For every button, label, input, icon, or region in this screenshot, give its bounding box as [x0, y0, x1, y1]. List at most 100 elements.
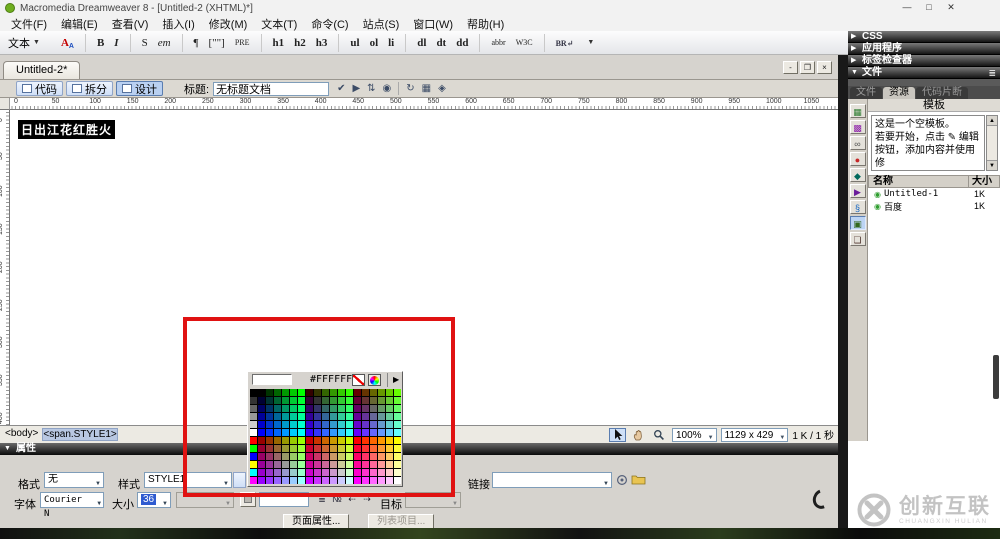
palette-swatch[interactable]: [298, 461, 305, 468]
palette-swatch[interactable]: [314, 413, 321, 420]
palette-swatch[interactable]: [274, 405, 281, 412]
document-tab[interactable]: Untitled-2*: [3, 61, 81, 79]
palette-swatch[interactable]: [258, 437, 265, 444]
palette-swatch[interactable]: [306, 461, 313, 468]
bold-button[interactable]: B: [92, 36, 109, 50]
palette-swatch[interactable]: [282, 405, 289, 412]
palette-swatch[interactable]: [274, 445, 281, 452]
urls-assets-icon[interactable]: ∞: [849, 136, 866, 150]
palette-swatch[interactable]: [330, 429, 337, 436]
palette-swatch[interactable]: [362, 421, 369, 428]
palette-swatch[interactable]: [250, 477, 257, 484]
palette-swatch[interactable]: [370, 477, 377, 484]
panel-options-icon[interactable]: ≣: [988, 67, 996, 79]
menu-item-4[interactable]: 修改(M): [202, 16, 255, 32]
h1-button[interactable]: h1: [268, 36, 290, 50]
palette-swatch[interactable]: [370, 445, 377, 452]
shockwave-assets-icon[interactable]: ◆: [849, 168, 866, 182]
palette-swatch[interactable]: [394, 397, 401, 404]
palette-swatch[interactable]: [330, 397, 337, 404]
palette-swatch[interactable]: [306, 405, 313, 412]
font-tag-editor-button[interactable]: AA: [56, 36, 79, 50]
palette-swatch[interactable]: [274, 389, 281, 396]
select-tool-icon[interactable]: [608, 427, 626, 442]
outdent-icon[interactable]: ⇠: [345, 493, 359, 507]
palette-swatch[interactable]: [250, 405, 257, 412]
palette-swatch[interactable]: [330, 405, 337, 412]
italic-button[interactable]: I: [109, 36, 123, 50]
palette-swatch[interactable]: [250, 429, 257, 436]
palette-swatch[interactable]: [298, 429, 305, 436]
palette-swatch[interactable]: [394, 453, 401, 460]
tag-selector-item-1[interactable]: <span.STYLE1>: [42, 428, 118, 441]
palette-swatch[interactable]: [266, 389, 273, 396]
menu-item-5[interactable]: 文本(T): [254, 16, 304, 32]
palette-swatch[interactable]: [338, 445, 345, 452]
window-size-combo[interactable]: 1129 x 429: [720, 427, 789, 445]
panel-scrollbar-thumb[interactable]: [993, 355, 999, 399]
palette-swatch[interactable]: [386, 405, 393, 412]
palette-swatch[interactable]: [354, 405, 361, 412]
panel-group-css[interactable]: CSS: [848, 31, 1000, 43]
assets-list-header[interactable]: 名称 大小: [868, 175, 1000, 188]
palette-swatch[interactable]: [386, 389, 393, 396]
palette-swatch[interactable]: [330, 445, 337, 452]
palette-swatch[interactable]: [346, 453, 353, 460]
palette-swatch[interactable]: [306, 445, 313, 452]
palette-swatch[interactable]: [386, 461, 393, 468]
palette-swatch[interactable]: [362, 429, 369, 436]
format-combo[interactable]: 无: [44, 472, 104, 491]
palette-swatch[interactable]: [258, 445, 265, 452]
palette-swatch[interactable]: [378, 421, 385, 428]
zoom-level-combo[interactable]: 100%: [671, 427, 717, 445]
code-view-button[interactable]: 代码: [16, 81, 63, 96]
palette-swatch[interactable]: [290, 453, 297, 460]
tab-assets[interactable]: 资源: [883, 87, 915, 99]
palette-swatch[interactable]: [346, 421, 353, 428]
palette-swatch[interactable]: [314, 461, 321, 468]
palette-swatch[interactable]: [362, 477, 369, 484]
visual-aids-icon[interactable]: ◈: [438, 83, 446, 94]
file-management-icon[interactable]: ⇅: [367, 83, 375, 94]
palette-swatch[interactable]: [306, 453, 313, 460]
palette-swatch[interactable]: [346, 405, 353, 412]
panel-group-tag-inspector[interactable]: 标签检查器: [848, 55, 1000, 67]
palette-swatch[interactable]: [258, 421, 265, 428]
palette-swatch[interactable]: [322, 469, 329, 476]
menu-item-6[interactable]: 命令(C): [304, 16, 355, 32]
palette-swatch[interactable]: [378, 469, 385, 476]
palette-swatch[interactable]: [258, 413, 265, 420]
palette-swatch[interactable]: [298, 413, 305, 420]
palette-swatch[interactable]: [330, 389, 337, 396]
h3-button[interactable]: h3: [311, 36, 333, 50]
palette-swatch[interactable]: [362, 469, 369, 476]
insert-category-arrow-icon[interactable]: ▼: [33, 39, 40, 46]
dl-button[interactable]: dl: [412, 36, 431, 50]
menu-item-7[interactable]: 站点(S): [356, 16, 407, 32]
selected-canvas-text[interactable]: 日出江花红胜火: [18, 120, 116, 139]
palette-swatch[interactable]: [314, 469, 321, 476]
palette-swatch[interactable]: [306, 469, 313, 476]
palette-swatch[interactable]: [322, 421, 329, 428]
palette-swatch[interactable]: [298, 445, 305, 452]
palette-swatch[interactable]: [394, 461, 401, 468]
tab-files[interactable]: 文件: [850, 87, 882, 99]
palette-swatch[interactable]: [314, 429, 321, 436]
palette-swatch[interactable]: [394, 421, 401, 428]
point-to-file-icon[interactable]: [616, 474, 628, 489]
palette-swatch[interactable]: [290, 389, 297, 396]
system-color-picker-button[interactable]: [368, 374, 381, 386]
palette-swatch[interactable]: [338, 429, 345, 436]
palette-swatch[interactable]: [386, 413, 393, 420]
palette-swatch[interactable]: [290, 421, 297, 428]
palette-swatch[interactable]: [378, 477, 385, 484]
palette-swatch[interactable]: [306, 421, 313, 428]
palette-swatch[interactable]: [394, 389, 401, 396]
palette-swatch[interactable]: [306, 397, 313, 404]
palette-swatch[interactable]: [386, 453, 393, 460]
palette-swatch[interactable]: [378, 429, 385, 436]
palette-swatch[interactable]: [258, 477, 265, 484]
palette-swatch[interactable]: [282, 461, 289, 468]
palette-swatch[interactable]: [298, 469, 305, 476]
palette-swatch[interactable]: [362, 397, 369, 404]
